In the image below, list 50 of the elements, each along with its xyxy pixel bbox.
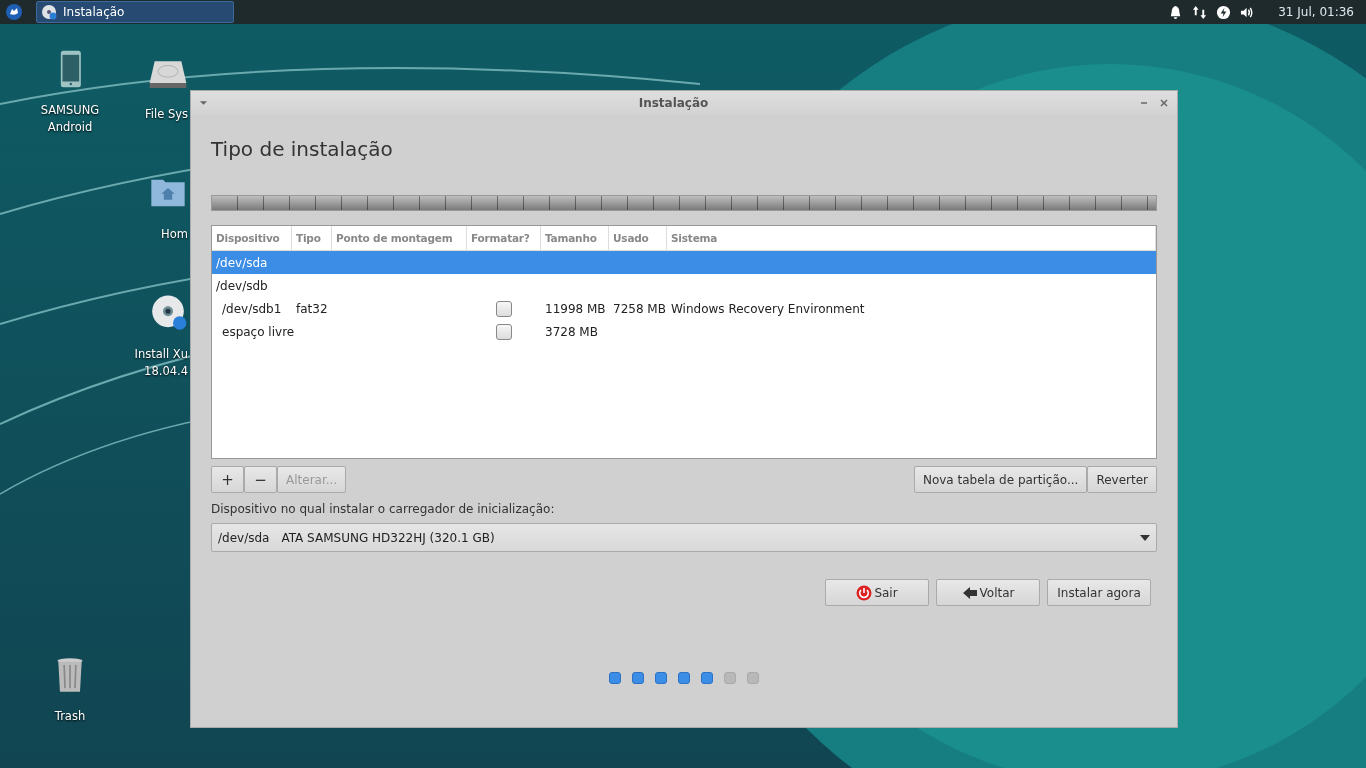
column-header[interactable]: Usado	[609, 226, 667, 250]
icon-label[interactable]: Trash	[54, 708, 86, 725]
dropdown-caret-icon	[1140, 534, 1150, 541]
column-header[interactable]: Tipo	[292, 226, 332, 250]
bootloader-dropdown[interactable]: /dev/sda ATA SAMSUNG HD322HJ (320.1 GB)	[211, 523, 1157, 552]
window-menu-icon[interactable]	[199, 100, 208, 106]
icon-label[interactable]: SAMSUNG	[40, 102, 100, 119]
icon-label[interactable]: Hom	[161, 226, 188, 243]
table-cell: fat32	[296, 301, 328, 316]
power-icon[interactable]	[1216, 4, 1232, 20]
column-header[interactable]: Ponto de montagem	[332, 226, 467, 250]
format-checkbox[interactable]	[496, 323, 512, 340]
bootloader-label: Dispositivo no qual instalar o carregador de inicialização:	[211, 502, 556, 516]
table-cell: Windows Recovery Environment	[671, 301, 865, 316]
format-checkbox[interactable]	[496, 300, 512, 317]
column-header[interactable]: Formatar?	[467, 226, 541, 250]
page-heading: Tipo de instalação	[211, 137, 394, 163]
power-icon	[856, 584, 873, 601]
table-row[interactable]: /dev/sdb	[212, 274, 1156, 297]
network-icon[interactable]	[1192, 4, 1208, 20]
column-header[interactable]: Sistema	[667, 226, 1156, 250]
taskbar-button[interactable]: Instalação	[36, 1, 234, 23]
table-cell: 3728 MB	[545, 324, 598, 339]
action-button[interactable]: Sair	[825, 579, 929, 606]
clock[interactable]: 31 Jul, 01:36	[1278, 5, 1354, 19]
table-button[interactable]: Reverter	[1087, 466, 1157, 493]
table-row[interactable]: /dev/sdb1 fat32 11998 MB 7258 MB Windows Recovery Environment	[212, 297, 1156, 320]
action-button[interactable]: Voltar	[936, 579, 1040, 606]
icon-label[interactable]: File Sys	[145, 106, 188, 123]
app-menu-icon[interactable]	[6, 4, 22, 20]
table-cell: 7258 MB	[613, 301, 666, 316]
table-button[interactable]: Nova tabela de partição...	[913, 466, 1088, 493]
table-button[interactable]: −	[244, 466, 277, 493]
table-cell: /dev/sda	[216, 255, 268, 270]
table-cell: espaço livre	[222, 324, 295, 339]
icon-label[interactable]: 18.04.4	[144, 363, 188, 380]
table-button[interactable]: +	[211, 466, 244, 493]
icon-label[interactable]: Android	[47, 119, 93, 136]
action-button[interactable]: Instalar agora	[1047, 579, 1151, 606]
icon-label[interactable]: Install Xu	[134, 346, 188, 363]
table-cell: 11998 MB	[545, 301, 606, 316]
table-cell: /dev/sdb	[216, 278, 268, 293]
table-row[interactable]: espaço livre 3728 MB	[212, 320, 1156, 343]
back-arrow-icon	[961, 584, 978, 601]
window-title: Instalação	[637, 96, 710, 110]
disc-icon	[41, 4, 57, 20]
column-header[interactable]: Dispositivo	[212, 226, 292, 250]
column-header[interactable]: Tamanho	[541, 226, 609, 250]
close-icon[interactable]	[1159, 98, 1169, 108]
table-cell: /dev/sdb1	[222, 301, 282, 316]
